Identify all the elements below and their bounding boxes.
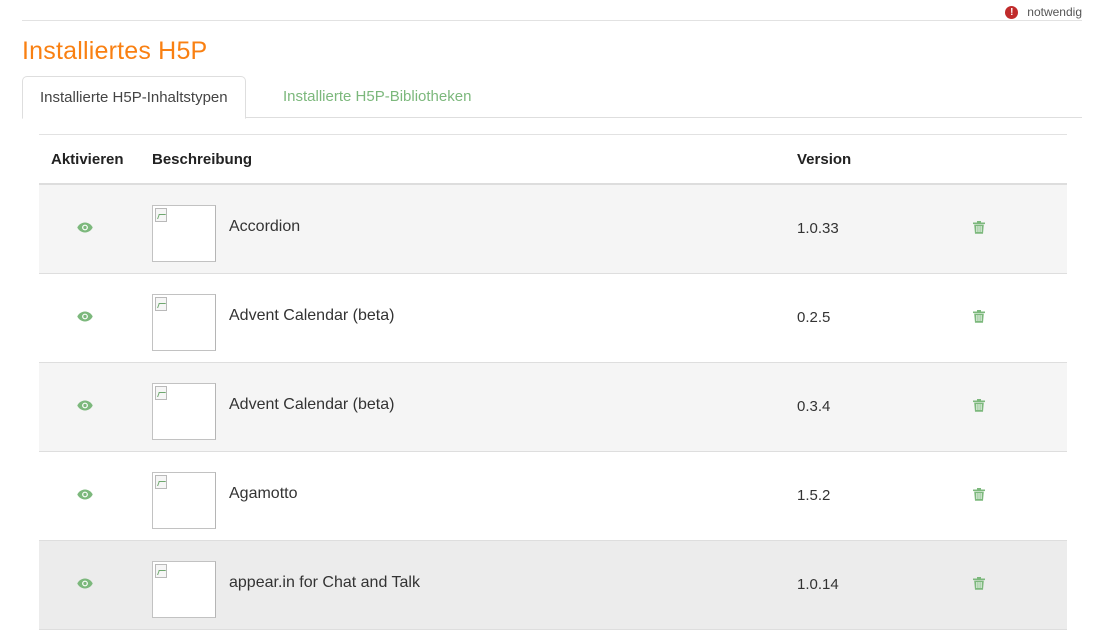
content-types-table: Aktivieren Beschreibung Version Accordio… bbox=[39, 134, 1067, 630]
content-type-version: 1.0.14 bbox=[797, 576, 839, 593]
eye-icon[interactable] bbox=[77, 489, 93, 500]
table-row: appear.in for Chat and Talk 1.0.14 bbox=[39, 541, 1067, 630]
table-row: Advent Calendar (beta) 0.3.4 bbox=[39, 363, 1067, 452]
content-type-thumbnail bbox=[152, 294, 216, 351]
trash-icon[interactable] bbox=[973, 399, 985, 412]
content-type-thumbnail bbox=[152, 205, 216, 262]
trash-icon[interactable] bbox=[973, 488, 985, 501]
content-type-thumbnail bbox=[152, 383, 216, 440]
trash-icon[interactable] bbox=[973, 310, 985, 323]
content-type-thumbnail bbox=[152, 561, 216, 618]
content-type-version: 1.0.33 bbox=[797, 220, 839, 237]
broken-image-icon bbox=[155, 564, 167, 578]
required-legend: ! notwendig bbox=[1005, 5, 1082, 19]
table-row: Agamotto 1.5.2 bbox=[39, 452, 1067, 541]
broken-image-icon bbox=[155, 208, 167, 222]
top-divider bbox=[22, 20, 1082, 21]
content-type-version: 1.5.2 bbox=[797, 487, 831, 504]
content-type-name: Advent Calendar (beta) bbox=[229, 396, 395, 413]
trash-icon[interactable] bbox=[973, 577, 985, 590]
broken-image-icon bbox=[155, 297, 167, 311]
eye-icon[interactable] bbox=[77, 222, 93, 233]
table-row: Advent Calendar (beta) 0.2.5 bbox=[39, 274, 1067, 363]
eye-icon[interactable] bbox=[77, 578, 93, 589]
exclamation-circle-icon: ! bbox=[1005, 5, 1019, 19]
trash-icon[interactable] bbox=[973, 221, 985, 234]
content-type-thumbnail bbox=[152, 472, 216, 529]
content-type-name: Agamotto bbox=[229, 485, 298, 502]
header-version: Version bbox=[797, 151, 852, 168]
tab-libraries[interactable]: Installierte H5P-Bibliotheken bbox=[266, 76, 488, 118]
tab-content-types[interactable]: Installierte H5P-Inhaltstypen bbox=[22, 76, 246, 119]
eye-icon[interactable] bbox=[77, 400, 93, 411]
broken-image-icon bbox=[155, 386, 167, 400]
broken-image-icon bbox=[155, 475, 167, 489]
header-description: Beschreibung bbox=[152, 151, 253, 168]
content-type-name: Accordion bbox=[229, 218, 301, 235]
content-type-name: appear.in for Chat and Talk bbox=[229, 574, 420, 591]
content-type-version: 0.3.4 bbox=[797, 398, 831, 415]
header-activate: Aktivieren bbox=[51, 151, 124, 168]
table-row: Accordion 1.0.33 bbox=[39, 185, 1067, 274]
content-type-name: Advent Calendar (beta) bbox=[229, 307, 395, 324]
eye-icon[interactable] bbox=[77, 311, 93, 322]
table-header: Aktivieren Beschreibung Version bbox=[39, 135, 1067, 185]
page-title: Installiertes H5P bbox=[22, 37, 208, 65]
tab-bar: Installierte H5P-Inhaltstypen Installier… bbox=[22, 76, 1082, 119]
content-type-version: 0.2.5 bbox=[797, 309, 831, 326]
required-label: notwendig bbox=[1027, 5, 1082, 19]
